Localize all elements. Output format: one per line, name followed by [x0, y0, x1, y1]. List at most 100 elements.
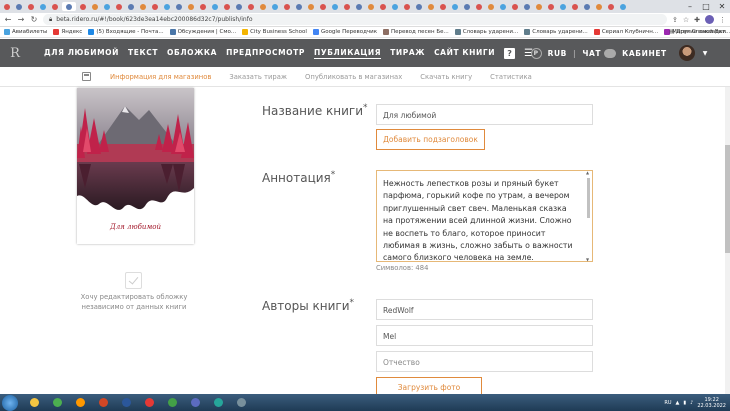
photos-icon[interactable] [208, 396, 228, 410]
browser-tab[interactable] [114, 2, 124, 11]
edit-cover-checkbox[interactable] [125, 272, 142, 289]
network-icon[interactable]: ▮ [683, 400, 686, 406]
share-icon[interactable]: ⇪ [672, 16, 678, 24]
sub-nav-item[interactable]: Опубликовать в магазинах [305, 73, 402, 81]
tool-icon[interactable] [231, 396, 251, 410]
browser-tab[interactable] [222, 2, 232, 11]
user-avatar[interactable] [678, 45, 695, 61]
browser-menu-icon[interactable]: ⋮ [719, 16, 726, 24]
maximize-button[interactable]: □ [698, 0, 714, 13]
browser-tab[interactable] [38, 2, 48, 11]
sub-nav-item[interactable]: Скачать книгу [420, 73, 472, 81]
ruble-icon[interactable]: Р [530, 47, 542, 59]
top-nav-link[interactable]: ДЛЯ ЛЮБИМОЙ [44, 48, 119, 59]
minimize-button[interactable]: – [682, 0, 698, 13]
browser-tab[interactable] [306, 2, 316, 11]
chrome-icon[interactable] [47, 396, 67, 410]
other-bookmarks[interactable]: ▤ Другие закладки [669, 29, 726, 35]
author-first-name-input[interactable]: RedWolf [376, 299, 593, 320]
tray-arrow-icon[interactable]: ▲ [676, 400, 680, 406]
browser-tab[interactable] [570, 2, 580, 11]
browser-tab[interactable] [366, 2, 376, 11]
bookmark-item[interactable]: Словарь ударени... [524, 29, 588, 35]
browser-tab[interactable] [294, 2, 304, 11]
currency-label[interactable]: RUB [548, 49, 567, 58]
browser-tab[interactable] [210, 2, 220, 11]
browser-tab[interactable] [26, 2, 36, 11]
sub-nav-item[interactable]: Заказать тираж [229, 73, 287, 81]
url-input[interactable]: 🔒︎ beta.ridero.ru/#!/book/623de3ea14ebc2… [43, 14, 667, 25]
paint-icon[interactable] [185, 396, 205, 410]
author-last-name-input[interactable]: Mel [376, 325, 593, 346]
browser-tab[interactable] [198, 2, 208, 11]
help-button[interactable]: ? [504, 47, 516, 59]
bookmark-item[interactable]: Сериал Клубничн... [593, 29, 658, 35]
browser-tab[interactable] [486, 2, 496, 11]
top-nav-link[interactable]: САЙТ КНИГИ [434, 48, 495, 59]
book-cover[interactable]: Для любимой [77, 88, 194, 244]
media-player-icon[interactable] [70, 396, 90, 410]
top-nav-link[interactable]: ОБЛОЖКА [167, 48, 217, 59]
bookmark-star-icon[interactable]: ☆ [683, 16, 689, 24]
profile-avatar[interactable] [705, 15, 714, 24]
browser-tab[interactable] [14, 2, 24, 11]
opera-icon[interactable] [139, 396, 159, 410]
top-nav-link[interactable]: ТИРАЖ [390, 48, 425, 59]
browser-tab[interactable] [50, 2, 60, 11]
back-icon[interactable]: ← [4, 15, 12, 24]
browser-tab[interactable] [426, 2, 436, 11]
browser-tab[interactable] [270, 2, 280, 11]
browser-tab[interactable] [534, 2, 544, 11]
browser-tab[interactable] [450, 2, 460, 11]
clock[interactable]: 19:22 22.03.2022 [697, 397, 726, 409]
bookmark-item[interactable]: Обсуждения | Смо... [169, 29, 236, 35]
browser-tab[interactable] [150, 2, 160, 11]
page-scroll-thumb[interactable] [725, 145, 730, 253]
bookmark-item[interactable]: Перевод песен Бе... [383, 29, 449, 35]
browser-tab[interactable] [510, 2, 520, 11]
author-patronymic-input[interactable]: Отчество [376, 351, 593, 372]
reload-icon[interactable]: ↻ [30, 15, 38, 24]
bookmark-item[interactable]: Авиабилеты [4, 29, 47, 35]
browser-tab[interactable] [462, 2, 472, 11]
browser-tab[interactable] [378, 2, 388, 11]
book-title-input[interactable]: Для любимой [376, 104, 593, 125]
start-button[interactable] [2, 394, 18, 411]
ridero-logo[interactable]: R [0, 46, 30, 61]
annotation-textarea[interactable]: Нежность лепестков розы и пряный букет п… [376, 170, 593, 262]
browser-tab[interactable] [186, 2, 196, 11]
chat-bubble-icon[interactable] [604, 48, 617, 58]
forward-icon[interactable]: → [17, 15, 25, 24]
browser-tab[interactable] [102, 2, 112, 11]
top-nav-link[interactable]: ТЕКСТ [128, 48, 158, 59]
top-nav-link[interactable]: ПРЕДПРОСМОТР [226, 48, 305, 59]
bookmark-item[interactable]: Google Переводчик [312, 29, 377, 35]
annotation-scroll-thumb[interactable] [587, 178, 590, 218]
browser-tab[interactable] [2, 2, 12, 11]
browser-tab[interactable] [234, 2, 244, 11]
browser-tab[interactable] [78, 2, 88, 11]
browser-tab[interactable] [342, 2, 352, 11]
browser-tab[interactable] [558, 2, 568, 11]
browser-tab[interactable] [390, 2, 400, 11]
powerpoint-icon[interactable] [93, 396, 113, 410]
top-nav-link[interactable]: ПУБЛИКАЦИЯ [313, 48, 382, 59]
browser-tab[interactable] [594, 2, 604, 11]
browser-tab[interactable] [522, 2, 532, 11]
chevron-down-icon[interactable]: ▼ [703, 50, 708, 57]
browser-tab[interactable] [414, 2, 424, 11]
browser-tab[interactable] [90, 2, 100, 11]
browser-tab[interactable] [546, 2, 556, 11]
browser-tab[interactable] [330, 2, 340, 11]
sub-nav-item[interactable]: Информация для магазинов [110, 73, 211, 81]
browser-tab[interactable] [162, 2, 172, 11]
browser-tab[interactable] [618, 2, 628, 11]
browser-tab[interactable] [282, 2, 292, 11]
bookmark-item[interactable]: City Business School [242, 29, 307, 35]
word-icon[interactable] [116, 396, 136, 410]
browser-tab[interactable] [138, 2, 148, 11]
bookmark-item[interactable]: Яндекс [53, 29, 82, 35]
browser-tab[interactable] [438, 2, 448, 11]
volume-icon[interactable]: ♪ [690, 400, 693, 406]
sub-nav-item[interactable]: Статистика [490, 73, 532, 81]
